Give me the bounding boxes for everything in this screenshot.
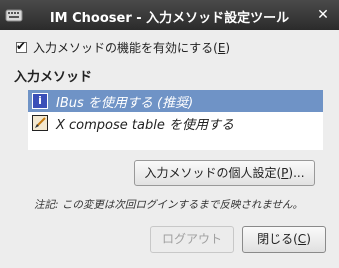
im-list[interactable]: i IBus を使用する (推奨) X compose table を使用する: [28, 90, 323, 150]
checkbox-box[interactable]: ✔: [16, 38, 27, 53]
list-item-label: X compose table を使用する: [56, 117, 234, 133]
close-icon[interactable]: ✕: [315, 7, 331, 23]
enable-im-label: 入力メソッドの機能を有効にする(E): [33, 40, 231, 55]
personal-settings-button[interactable]: 入力メソッドの個人設定(P)...: [134, 160, 315, 186]
section-title: 入力メソッド: [14, 70, 93, 85]
check-icon: ✔: [16, 38, 27, 53]
brush-icon: [32, 115, 48, 131]
enable-im-checkbox[interactable]: ✔ 入力メソッドの機能を有効にする(E): [16, 38, 230, 56]
list-item-ibus[interactable]: i IBus を使用する (推奨): [28, 90, 323, 112]
ibus-icon: i: [32, 93, 48, 109]
im-chooser-window: IM Chooser - 入力メソッド設定ツール ✕ ✔ 入力メソッドの機能を有…: [0, 0, 339, 268]
note-text: 注記: この変更は次回ログインするまで反映されません。: [34, 199, 304, 211]
logout-button[interactable]: ログアウト: [150, 226, 234, 253]
title-bar[interactable]: IM Chooser - 入力メソッド設定ツール ✕: [0, 0, 339, 30]
window-title: IM Chooser - 入力メソッド設定ツール: [49, 11, 290, 26]
list-item-xcompose[interactable]: X compose table を使用する: [28, 112, 323, 134]
close-button[interactable]: 閉じる(C): [242, 226, 326, 253]
list-item-label: IBus を使用する (推奨): [56, 95, 194, 111]
